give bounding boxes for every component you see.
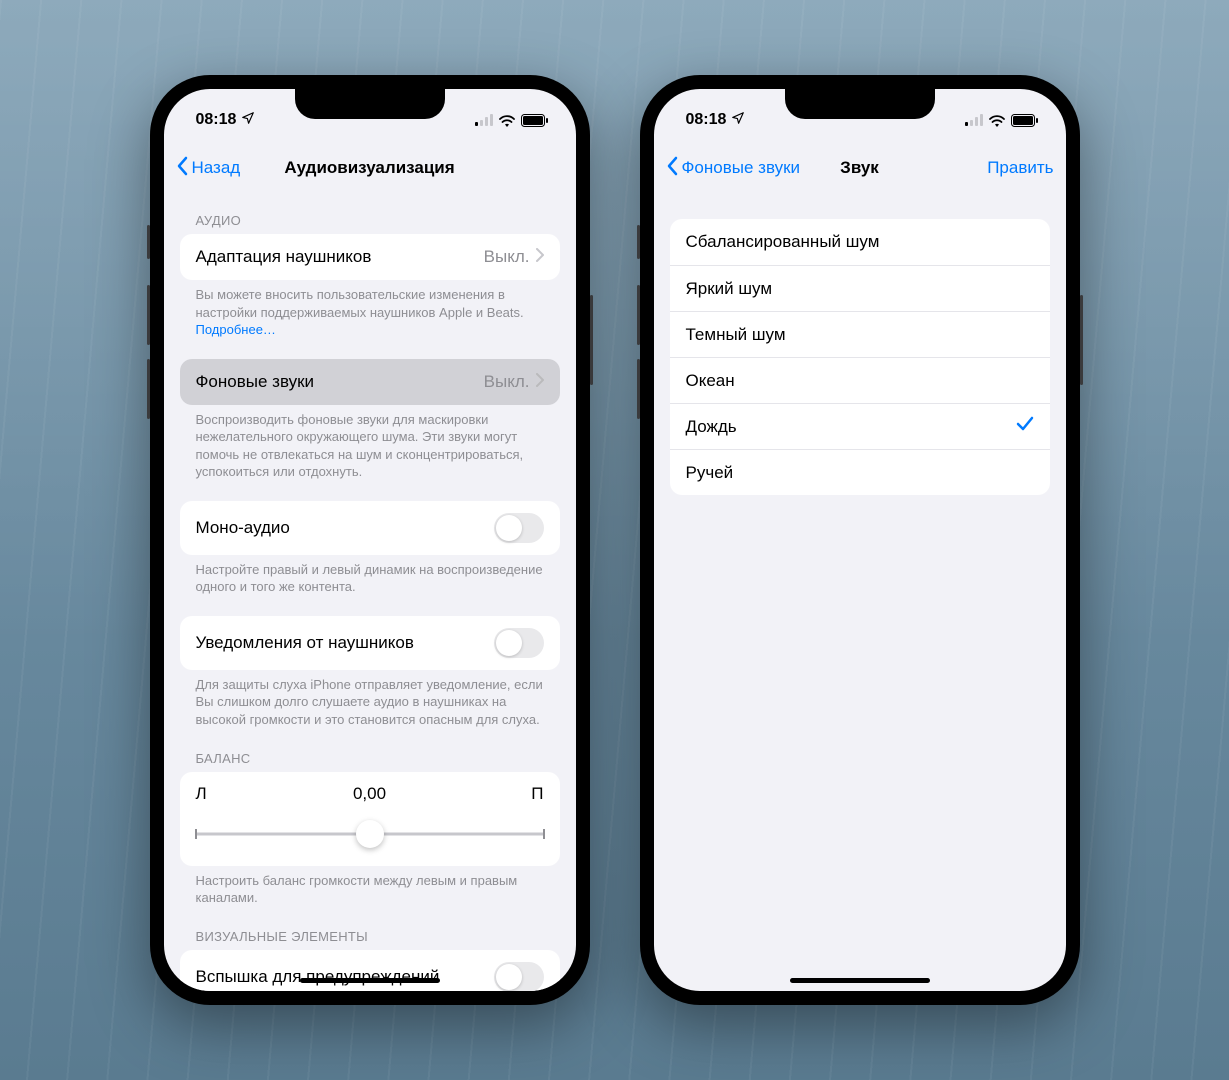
cell-label: Уведомления от наушников — [196, 633, 494, 653]
balance-left-label: Л — [196, 784, 207, 804]
sound-item[interactable]: Дождь — [670, 403, 1050, 449]
volume-up — [147, 285, 150, 345]
nav-bar: Назад Аудиовизуализация — [164, 145, 576, 191]
back-label: Назад — [192, 158, 241, 178]
edit-button[interactable]: Править — [987, 158, 1053, 178]
footer-balance: Настроить баланс громкости между левым и… — [180, 866, 560, 907]
toggle-headphone-notifications[interactable] — [494, 628, 544, 658]
power-button — [590, 295, 593, 385]
volume-down — [637, 359, 640, 419]
phone-right: 08:18 Фо — [640, 75, 1080, 1005]
back-button[interactable]: Фоновые звуки — [666, 156, 801, 181]
home-indicator[interactable] — [300, 978, 440, 983]
sound-item[interactable]: Яркий шум — [670, 265, 1050, 311]
learn-more-link[interactable]: Подробнее… — [196, 322, 276, 337]
checkmark-icon — [1016, 416, 1034, 437]
settings-content[interactable]: АУДИО Адаптация наушников Выкл. Вы может… — [164, 191, 576, 991]
row-flash-alerts[interactable]: Вспышка для предупреждений — [180, 950, 560, 991]
section-header-visual: ВИЗУАЛЬНЫЕ ЭЛЕМЕНТЫ — [180, 907, 560, 950]
back-button[interactable]: Назад — [176, 156, 241, 181]
page-title: Звук — [840, 158, 879, 178]
footer-notif: Для защиты слуха iPhone отправляет уведо… — [180, 670, 560, 729]
balance-card: Л 0,00 П — [180, 772, 560, 866]
footer-mono: Настройте правый и левый динамик на восп… — [180, 555, 560, 596]
page-title: Аудиовизуализация — [284, 158, 454, 178]
balance-slider[interactable] — [196, 820, 544, 848]
mute-switch — [147, 225, 150, 259]
sound-item[interactable]: Сбалансированный шум — [670, 219, 1050, 265]
cell-value: Выкл. — [484, 372, 530, 392]
cell-label: Океан — [686, 371, 1034, 391]
cell-value: Выкл. — [484, 247, 530, 267]
wifi-icon — [498, 114, 516, 127]
cell-label: Адаптация наушников — [196, 247, 484, 267]
battery-icon — [521, 114, 548, 127]
row-headphone-adaptation[interactable]: Адаптация наушников Выкл. — [180, 234, 560, 280]
chevron-left-icon — [666, 156, 678, 181]
cell-label: Темный шум — [686, 325, 1034, 345]
row-headphone-notifications[interactable]: Уведомления от наушников — [180, 616, 560, 670]
cell-label: Моно-аудио — [196, 518, 494, 538]
status-time: 08:18 — [686, 111, 727, 129]
chevron-left-icon — [176, 156, 188, 181]
toggle-flash-alerts[interactable] — [494, 962, 544, 991]
cell-signal-icon — [475, 114, 493, 126]
cell-label: Ручей — [686, 463, 1034, 483]
sound-item[interactable]: Темный шум — [670, 311, 1050, 357]
home-indicator[interactable] — [790, 978, 930, 983]
cell-label: Вспышка для предупреждений — [196, 967, 494, 987]
sound-item[interactable]: Океан — [670, 357, 1050, 403]
nav-bar: Фоновые звуки Звук Править — [654, 145, 1066, 191]
section-header-balance: БАЛАНС — [180, 729, 560, 772]
power-button — [1080, 295, 1083, 385]
toggle-mono-audio[interactable] — [494, 513, 544, 543]
row-background-sounds[interactable]: Фоновые звуки Выкл. — [180, 359, 560, 405]
location-icon — [731, 111, 745, 130]
notch — [295, 89, 445, 119]
mute-switch — [637, 225, 640, 259]
battery-icon — [1011, 114, 1038, 127]
volume-up — [637, 285, 640, 345]
footer-bg-sounds: Воспроизводить фоновые звуки для маскиро… — [180, 405, 560, 481]
sound-list-content[interactable]: Сбалансированный шум Яркий шум Темный шум О… — [654, 191, 1066, 991]
cell-label: Фоновые звуки — [196, 372, 484, 392]
status-time: 08:18 — [196, 111, 237, 129]
section-header-audio: АУДИО — [180, 191, 560, 234]
cell-label: Дождь — [686, 417, 1016, 437]
volume-down — [147, 359, 150, 419]
cell-label: Сбалансированный шум — [686, 232, 1034, 252]
chevron-right-icon — [536, 247, 544, 267]
cell-label: Яркий шум — [686, 279, 1034, 299]
row-mono-audio[interactable]: Моно-аудио — [180, 501, 560, 555]
back-label: Фоновые звуки — [682, 158, 801, 178]
chevron-right-icon — [536, 372, 544, 392]
balance-right-label: П — [531, 784, 543, 804]
cell-signal-icon — [965, 114, 983, 126]
balance-value: 0,00 — [353, 784, 386, 804]
phone-left: 08:18 На — [150, 75, 590, 1005]
sound-item[interactable]: Ручей — [670, 449, 1050, 495]
footer-headphone: Вы можете вносить пользовательские измен… — [180, 280, 560, 339]
notch — [785, 89, 935, 119]
location-icon — [241, 111, 255, 130]
wifi-icon — [988, 114, 1006, 127]
